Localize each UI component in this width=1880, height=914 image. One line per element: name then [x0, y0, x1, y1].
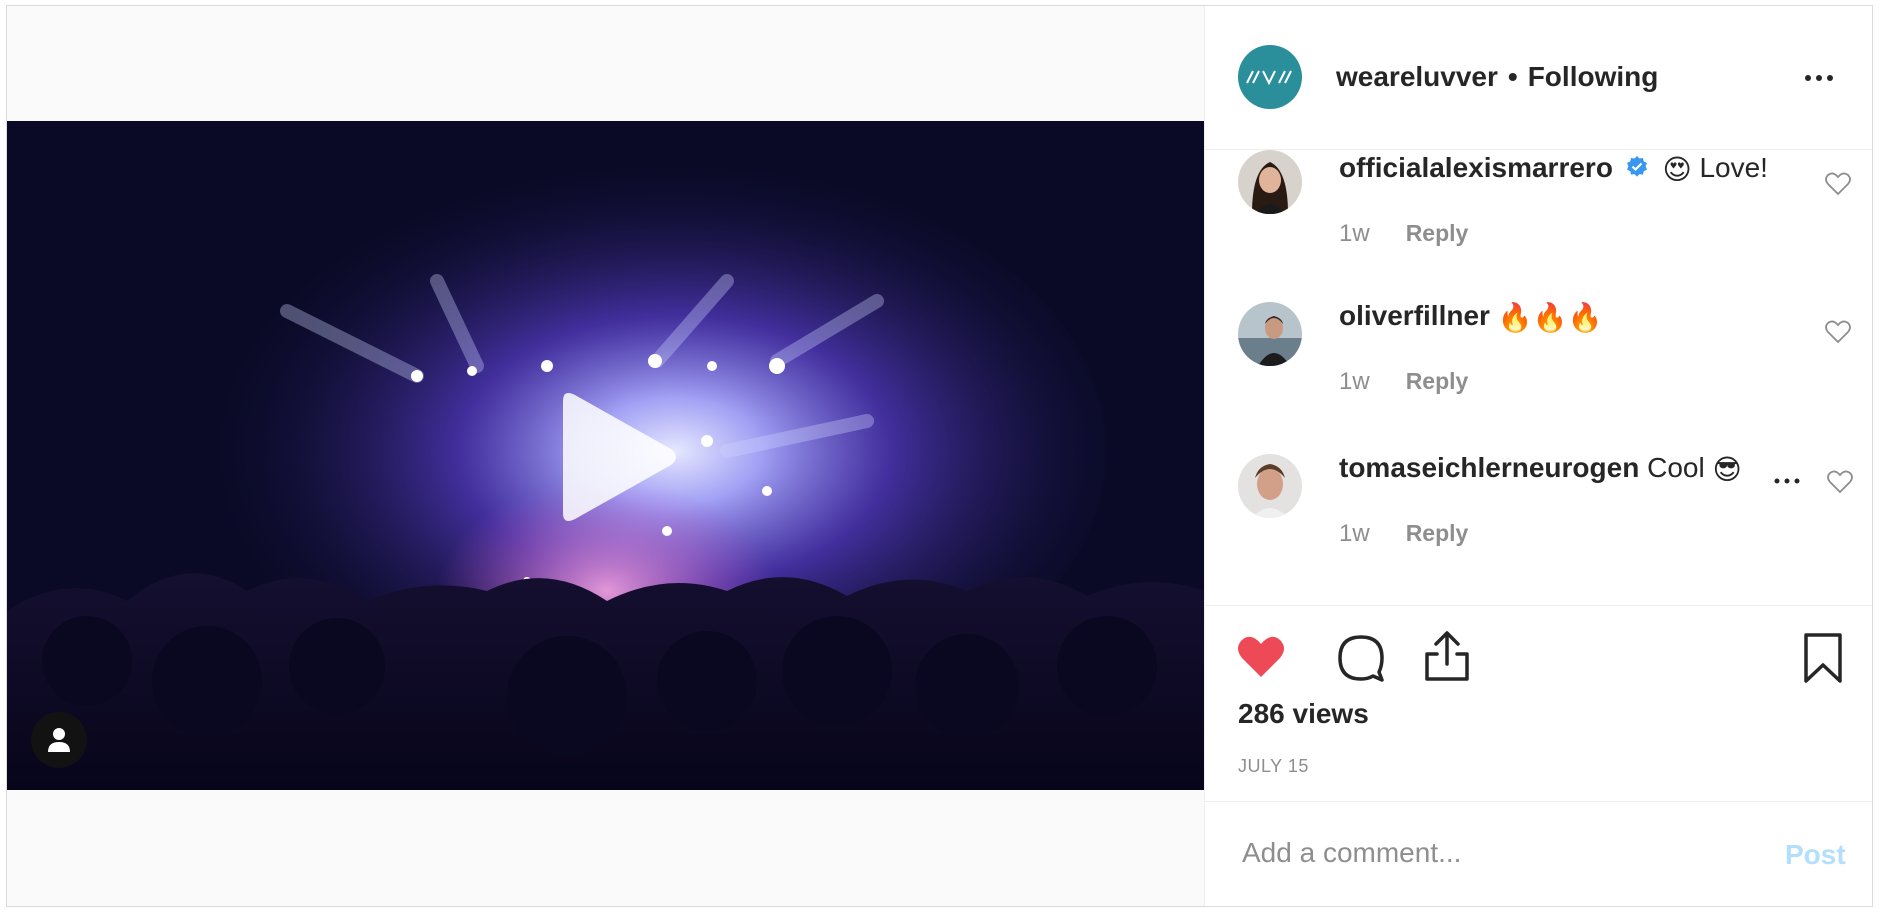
reply-button[interactable]: Reply: [1406, 368, 1469, 394]
post-header: weareluvver • Following: [1205, 6, 1872, 150]
avatar[interactable]: [1238, 302, 1302, 366]
comment-time[interactable]: 1w: [1339, 368, 1370, 395]
play-icon[interactable]: [547, 387, 687, 527]
comment-text-line: officialalexismarrero 😍 Love!: [1339, 152, 1768, 186]
media-pane: [7, 6, 1204, 906]
views-count[interactable]: 286 views: [1238, 698, 1369, 730]
comment-time[interactable]: 1w: [1339, 520, 1370, 547]
comment-body: Love!: [1699, 152, 1768, 183]
comment-form: Post: [1205, 801, 1872, 906]
avatar[interactable]: [1238, 454, 1302, 518]
comment-username[interactable]: tomaseichlerneurogen: [1339, 452, 1639, 483]
heart-icon[interactable]: [1825, 172, 1851, 196]
video-player[interactable]: [7, 121, 1204, 790]
comment-body: Cool: [1647, 452, 1705, 483]
comments-list[interactable]: officialalexismarrero 😍 Love! 1w Reply o…: [1205, 150, 1872, 605]
header-info: weareluvver • Following: [1336, 61, 1658, 93]
comment-username[interactable]: oliverfillner: [1339, 300, 1490, 331]
reply-button[interactable]: Reply: [1406, 520, 1469, 546]
comment-emoji: 😍: [1662, 154, 1692, 186]
post-date[interactable]: JULY 15: [1238, 756, 1309, 777]
reply-button[interactable]: Reply: [1406, 220, 1469, 246]
share-icon[interactable]: [1423, 630, 1471, 687]
comment-text-line: oliverfillner 🔥🔥🔥: [1339, 300, 1602, 334]
comment-emoji: 😎: [1712, 454, 1742, 486]
comment-time[interactable]: 1w: [1339, 220, 1370, 247]
comment-emoji: 🔥🔥🔥: [1497, 302, 1603, 334]
comment-input[interactable]: [1240, 832, 1764, 874]
more-options-icon[interactable]: [1773, 472, 1803, 484]
verified-icon: [1625, 154, 1649, 186]
post-container: weareluvver • Following officialalexismarr…: [6, 5, 1873, 907]
post-button[interactable]: Post: [1785, 839, 1846, 871]
heart-icon[interactable]: [1827, 470, 1853, 494]
heart-icon[interactable]: [1825, 320, 1851, 344]
comment-username[interactable]: officialalexismarrero: [1339, 152, 1613, 183]
separator-dot: •: [1507, 61, 1518, 92]
user-tag-icon[interactable]: [31, 712, 87, 768]
post-actions: 286 views JULY 15: [1205, 605, 1872, 801]
post-username[interactable]: weareluvver: [1336, 61, 1498, 92]
comment-meta: 1w Reply: [1339, 220, 1468, 248]
comment-item: tomaseichlerneurogen Cool 😎 1w Reply: [1205, 434, 1872, 584]
post-sidebar: weareluvver • Following officialalexismarr…: [1204, 6, 1872, 906]
more-options-icon[interactable]: [1805, 68, 1841, 88]
bookmark-icon[interactable]: [1803, 632, 1843, 689]
comment-icon[interactable]: [1337, 634, 1385, 687]
following-button[interactable]: Following: [1528, 61, 1659, 92]
comment-item: officialalexismarrero 😍 Love! 1w Reply: [1205, 150, 1872, 280]
avatar[interactable]: [1238, 150, 1302, 214]
comment-meta: 1w Reply: [1339, 368, 1468, 396]
heart-icon[interactable]: [1236, 634, 1286, 685]
comment-meta: 1w Reply: [1339, 520, 1468, 548]
avatar[interactable]: [1238, 45, 1302, 109]
comment-item: oliverfillner 🔥🔥🔥 1w Reply: [1205, 282, 1872, 432]
comment-text-line: tomaseichlerneurogen Cool 😎: [1339, 452, 1742, 486]
